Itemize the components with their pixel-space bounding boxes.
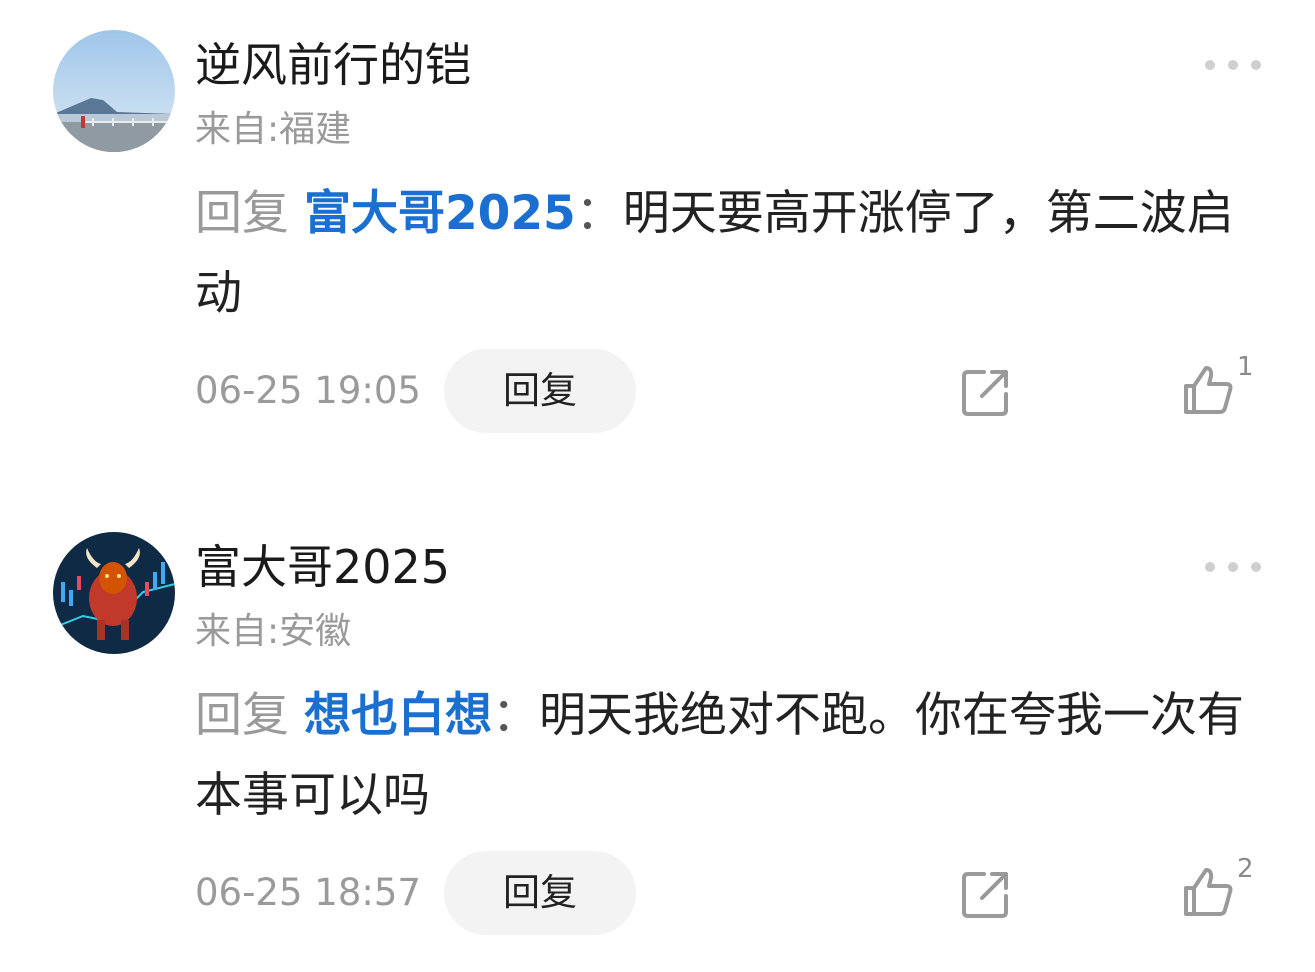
reply-prefix: 回复 [195, 688, 289, 743]
location-label: 来自:安徽 [195, 611, 352, 652]
dot-icon [1205, 562, 1215, 572]
avatar[interactable] [53, 30, 175, 152]
share-icon [962, 370, 1008, 416]
dot-icon [1228, 562, 1238, 572]
more-options-button[interactable] [1205, 57, 1261, 73]
comment-item: 逆风前行的铠 来自:福建 回复 富大哥2025：明天要高开涨停了，第二波启动 0… [0, 0, 1315, 470]
comment-item: 富大哥2025 来自:安徽 回复 想也白想：明天我绝对不跑。你在夸我一次有本事可… [0, 502, 1315, 972]
share-icon [962, 872, 1008, 918]
timestamp: 06-25 19:05 [195, 369, 421, 412]
colon: ： [491, 688, 539, 743]
reply-button[interactable]: 回复 [444, 349, 636, 433]
reply-prefix: 回复 [195, 186, 289, 241]
like-count: 2 [1237, 854, 1254, 884]
thumbs-up-icon [1184, 868, 1233, 916]
landscape-avatar-icon [53, 30, 175, 152]
like-count: 1 [1237, 352, 1254, 382]
thumbs-up-icon [1184, 366, 1233, 414]
comment-text: 回复 富大哥2025：明天要高开涨停了，第二波启动 [195, 174, 1275, 334]
colon: ： [575, 186, 623, 241]
dot-icon [1251, 562, 1261, 572]
dot-icon [1205, 60, 1215, 70]
reply-button[interactable]: 回复 [444, 851, 636, 935]
more-options-button[interactable] [1205, 559, 1261, 575]
username[interactable]: 富大哥2025 [195, 539, 450, 595]
share-button[interactable] [958, 364, 1014, 420]
mention-link[interactable]: 想也白想 [304, 688, 492, 743]
like-button[interactable] [1180, 362, 1236, 418]
dot-icon [1228, 60, 1238, 70]
dot-icon [1251, 60, 1261, 70]
mention-link[interactable]: 富大哥2025 [304, 186, 576, 241]
avatar[interactable] [53, 532, 175, 654]
username[interactable]: 逆风前行的铠 [195, 37, 471, 93]
timestamp: 06-25 18:57 [195, 871, 421, 914]
location-label: 来自:福建 [195, 109, 352, 150]
bull-avatar-icon [53, 532, 175, 654]
like-button[interactable] [1180, 864, 1236, 920]
share-button[interactable] [958, 866, 1014, 922]
comment-text: 回复 想也白想：明天我绝对不跑。你在夸我一次有本事可以吗 [195, 676, 1275, 836]
